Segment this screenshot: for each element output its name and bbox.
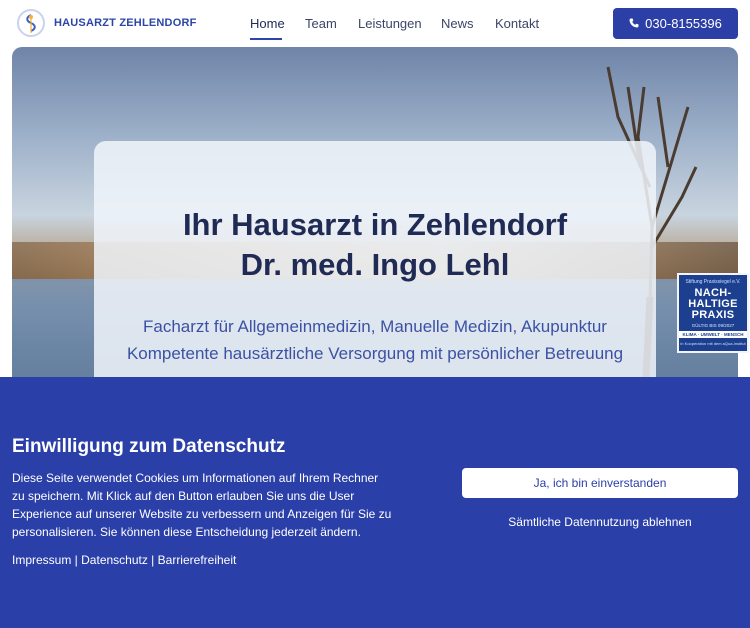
link-separator: | [147, 553, 158, 567]
badge-footnote: in Kooperation mit dem aQua-Institut [680, 341, 746, 346]
hero-title-line2: Dr. med. Ingo Lehl [240, 247, 510, 282]
nav-news[interactable]: News [441, 16, 474, 31]
link-separator: | [71, 553, 82, 567]
consent-links: Impressum | Datenschutz | Barrierefreihe… [12, 553, 236, 567]
hero-card: Ihr Hausarzt in Zehlendorf Dr. med. Ingo… [94, 141, 656, 401]
badge-title-line3: PRAXIS [691, 309, 735, 321]
nav-kontakt[interactable]: Kontakt [495, 16, 539, 31]
phone-icon [629, 16, 639, 31]
hero-title-line1: Ihr Hausarzt in Zehlendorf [182, 207, 568, 242]
phone-button[interactable]: 030-8155396 [613, 8, 738, 39]
badge-issuer: Stiftung Praxissiegel e.V. [685, 279, 741, 285]
sustainability-badge[interactable]: Stiftung Praxissiegel e.V. NACH- HALTIGE… [677, 273, 749, 353]
nav-leistungen[interactable]: Leistungen [358, 16, 422, 31]
hero-subtitle: Facharzt für Allgemeinmedizin, Manuelle … [94, 313, 656, 367]
consent-text: Diese Seite verwendet Cookies um Informa… [12, 471, 392, 539]
nav-active-indicator [250, 38, 282, 40]
consent-banner: Einwilligung zum Datenschutz Diese Seite… [0, 377, 750, 628]
hero-subtitle-line1: Facharzt für Allgemeinmedizin, Manuelle … [143, 317, 607, 336]
hero-title: Ihr Hausarzt in Zehlendorf Dr. med. Ingo… [94, 205, 656, 285]
badge-bar: KLIMA · UMWELT · MENSCH [679, 331, 747, 338]
logo-icon[interactable] [17, 9, 45, 37]
brand-name[interactable]: HAUSARZT ZEHLENDORF [54, 17, 197, 29]
decline-button[interactable]: Sämtliche Datennutzung ablehnen [462, 511, 738, 533]
badge-title: NACH- HALTIGE PRAXIS [679, 288, 747, 321]
site-header: HAUSARZT ZEHLENDORF Home Team Leistungen… [0, 0, 750, 46]
link-barrierefreiheit[interactable]: Barrierefreiheit [158, 553, 237, 567]
link-datenschutz[interactable]: Datenschutz [81, 553, 148, 567]
hero-subtitle-line2: Kompetente hausärztliche Versorgung mit … [126, 344, 624, 363]
consent-title: Einwilligung zum Datenschutz [12, 436, 286, 457]
nav-home[interactable]: Home [250, 16, 285, 31]
phone-number: 030-8155396 [645, 16, 722, 31]
badge-validity: GÜLTIG BIS 09/2027 [691, 323, 735, 328]
accept-button[interactable]: Ja, ich bin einverstanden [462, 468, 738, 498]
nav-team[interactable]: Team [305, 16, 337, 31]
link-impressum[interactable]: Impressum [12, 553, 71, 567]
